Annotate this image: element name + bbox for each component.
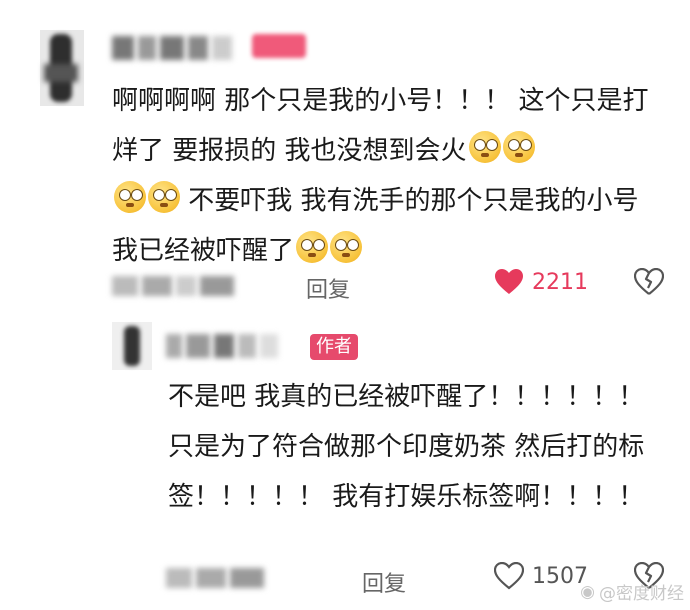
reply-button[interactable]: 回复 bbox=[362, 566, 406, 598]
author-badge: 作者 bbox=[310, 334, 358, 360]
watermark: ◉ @密度财经 bbox=[580, 579, 684, 605]
blurred-username[interactable] bbox=[166, 334, 296, 358]
avatar[interactable] bbox=[112, 322, 152, 370]
comment-text: 不是吧 我真的已经被吓醒了！！！！！！ 只是为了符合做那个印度奶茶 然后打的标签… bbox=[168, 382, 653, 512]
weibo-icon: ◉ bbox=[580, 581, 595, 602]
comment-text-part2: 不要吓我 我有洗手的那个只是我的小号 我已经被吓醒了 bbox=[112, 186, 647, 266]
broken-heart-icon bbox=[633, 267, 665, 295]
blurred-timestamp bbox=[166, 568, 306, 588]
like-button[interactable]: 2211 bbox=[494, 268, 588, 296]
user-badge bbox=[252, 34, 306, 58]
emoji-flushed-icon bbox=[330, 231, 363, 263]
emoji-flushed-icon bbox=[296, 231, 329, 263]
dislike-button[interactable] bbox=[633, 267, 665, 300]
emoji-flushed-icon bbox=[114, 181, 146, 213]
like-count: 2211 bbox=[532, 269, 588, 295]
blurred-username[interactable] bbox=[112, 36, 242, 60]
emoji-flushed-icon bbox=[468, 131, 501, 163]
like-button[interactable]: 1507 bbox=[494, 562, 588, 590]
comment-text: 啊啊啊啊 那个只是我的小号！！！ 这个只是打烊了 要报损的 我也没想到会火 不要… bbox=[112, 76, 672, 276]
watermark-text: @密度财经 bbox=[599, 584, 684, 604]
heart-icon bbox=[494, 562, 524, 590]
avatar[interactable] bbox=[40, 30, 84, 106]
comment-text-part1: 啊啊啊啊 那个只是我的小号！！！ 这个只是打烊了 要报损的 我也没想到会火 bbox=[112, 86, 649, 166]
reply-button[interactable]: 回复 bbox=[306, 272, 350, 304]
emoji-flushed-icon bbox=[502, 131, 535, 163]
heart-icon bbox=[495, 269, 523, 294]
emoji-flushed-icon bbox=[148, 181, 180, 213]
blurred-timestamp bbox=[112, 276, 272, 296]
